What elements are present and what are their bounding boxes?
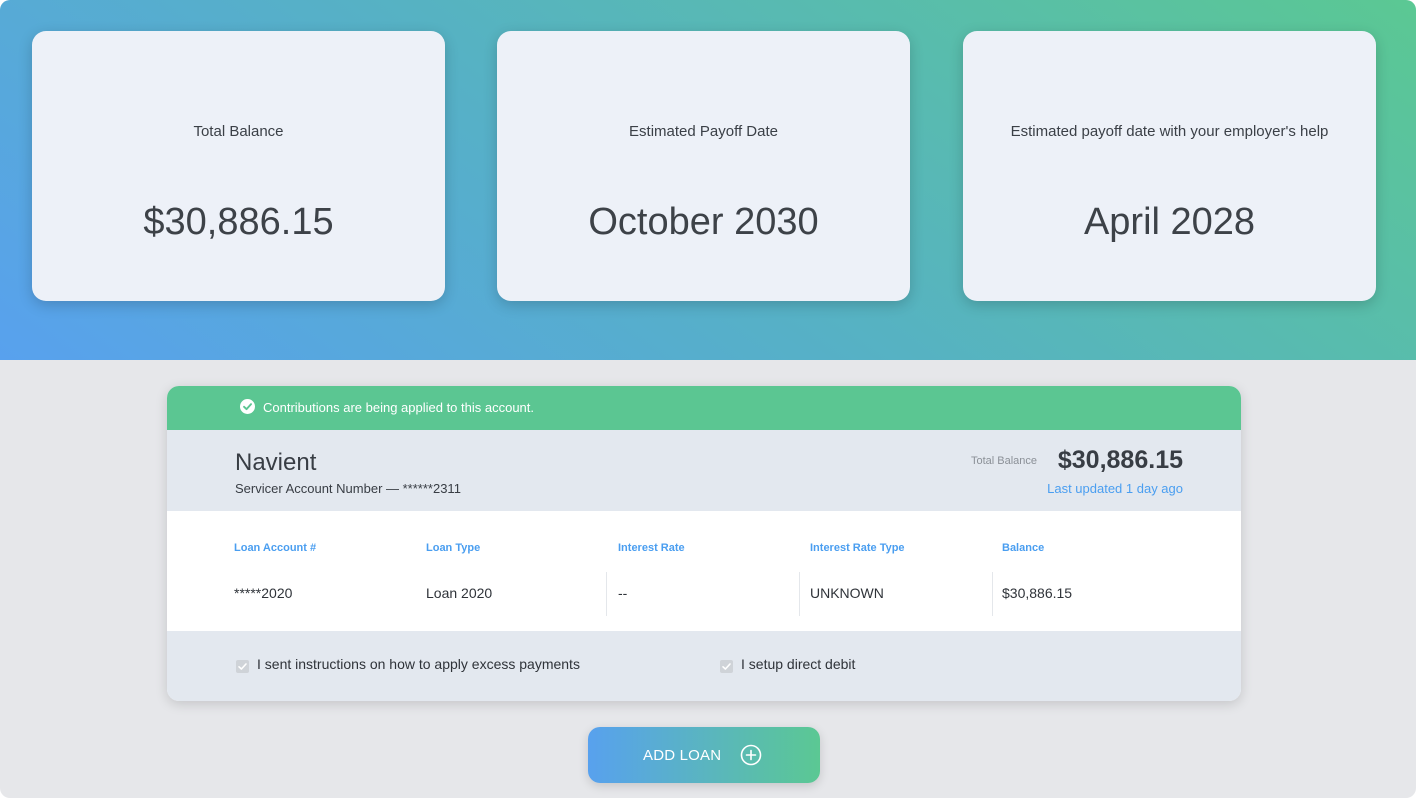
checkmark-icon bbox=[238, 663, 247, 670]
card-value: April 2028 bbox=[1083, 201, 1256, 243]
add-loan-button[interactable]: ADD LOAN bbox=[588, 727, 820, 783]
card-label: Total Balance bbox=[193, 123, 284, 140]
total-balance-value: $30,886.15 bbox=[1057, 446, 1183, 474]
total-balance-card: Total Balance $30,886.15 bbox=[32, 31, 445, 301]
check-circle-icon bbox=[240, 399, 255, 414]
column-header: Balance bbox=[1002, 542, 1045, 554]
servicer-account-number: Servicer Account Number — ******2311 bbox=[235, 481, 461, 496]
banner-text: Contributions are being applied to this … bbox=[263, 400, 535, 415]
column-header: Interest Rate bbox=[618, 542, 685, 554]
table-cell: Loan 2020 bbox=[426, 585, 493, 601]
loan-account-card: Contributions are being applied to this … bbox=[167, 386, 1241, 701]
table-cell: *****2020 bbox=[234, 585, 293, 601]
contribution-banner: Contributions are being applied to this … bbox=[167, 386, 1241, 430]
payoff-date-card: Estimated Payoff Date October 2030 bbox=[497, 31, 910, 301]
loan-table: Loan Account # *****2020 Loan Type Loan … bbox=[167, 511, 1241, 631]
add-loan-label: ADD LOAN bbox=[643, 747, 722, 764]
last-updated-text: Last updated 1 day ago bbox=[1047, 481, 1183, 496]
column-divider bbox=[799, 572, 800, 616]
column-divider bbox=[606, 572, 607, 616]
card-label: Estimated Payoff Date bbox=[629, 123, 778, 140]
employer-payoff-date-card: Estimated payoff date with your employer… bbox=[963, 31, 1376, 301]
app-window: Total Balance $30,886.15 Estimated Payof… bbox=[0, 0, 1416, 798]
card-label: Estimated payoff date with your employer… bbox=[1010, 123, 1329, 140]
table-cell: -- bbox=[618, 585, 628, 601]
column-header: Interest Rate Type bbox=[810, 542, 905, 554]
table-cell: UNKNOWN bbox=[810, 585, 884, 601]
summary-header: Total Balance $30,886.15 Estimated Payof… bbox=[0, 0, 1416, 360]
column-header: Loan Account # bbox=[234, 542, 317, 554]
direct-debit-checkbox[interactable] bbox=[720, 660, 733, 673]
excess-payments-label[interactable]: I sent instructions on how to apply exce… bbox=[257, 656, 580, 672]
servicer-header: Navient Servicer Account Number — ******… bbox=[167, 430, 1241, 511]
table-cell: $30,886.15 bbox=[1002, 585, 1073, 601]
direct-debit-label[interactable]: I setup direct debit bbox=[741, 656, 855, 672]
card-value: $30,886.15 bbox=[143, 201, 334, 243]
plus-circle-icon bbox=[740, 744, 762, 766]
servicer-name: Navient bbox=[235, 449, 317, 476]
card-value: October 2030 bbox=[588, 201, 819, 243]
column-divider bbox=[992, 572, 993, 616]
loan-options-footer: I sent instructions on how to apply exce… bbox=[167, 631, 1241, 701]
total-balance-label: Total Balance bbox=[970, 455, 1037, 467]
checkmark-icon bbox=[722, 663, 731, 670]
column-header: Loan Type bbox=[426, 542, 481, 554]
excess-payments-checkbox[interactable] bbox=[236, 660, 249, 673]
